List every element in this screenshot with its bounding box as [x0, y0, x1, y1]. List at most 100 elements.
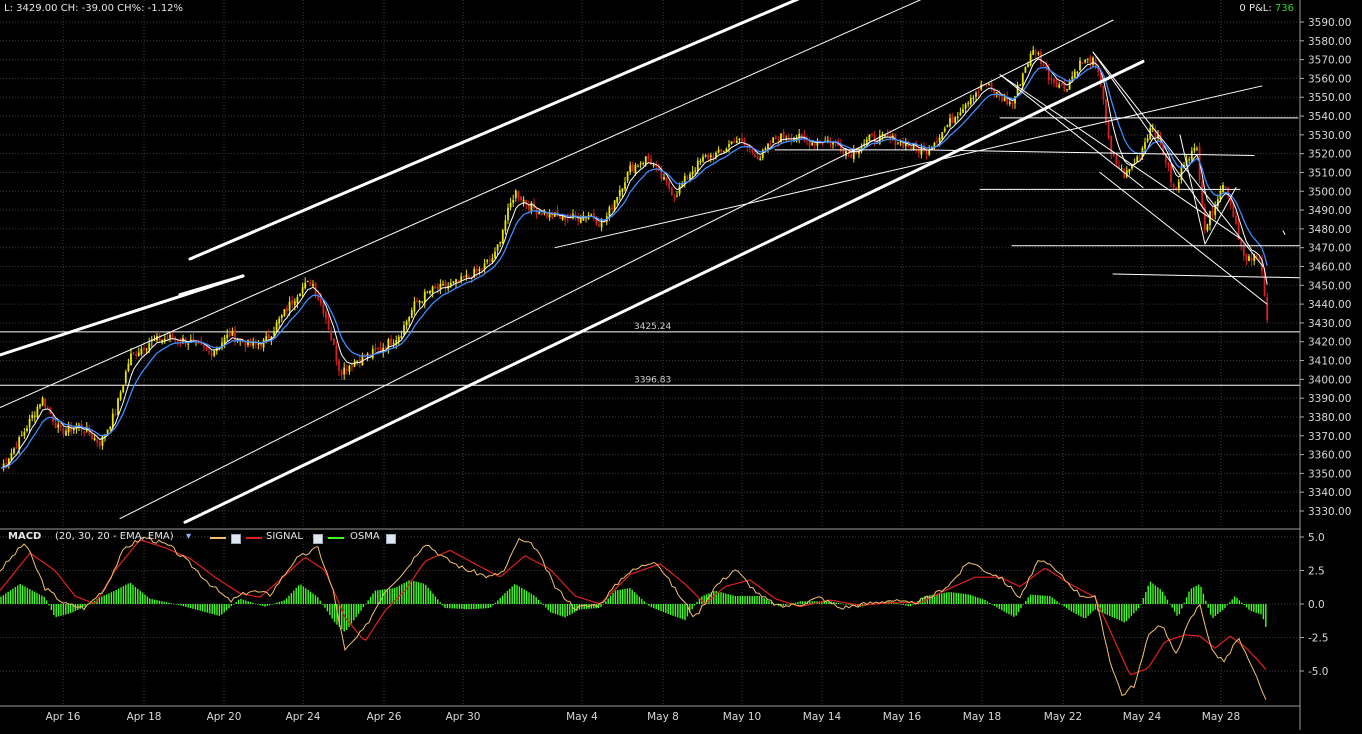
- price-level-label: 3396.83: [634, 375, 671, 385]
- chart-canvas[interactable]: 3425.24 3396.83 3330.00 3340.00 3350.00 3360…: [0, 0, 1362, 730]
- osma-bar: [660, 604, 662, 612]
- candle-body: [1071, 76, 1074, 80]
- osma-bar: [1065, 604, 1068, 609]
- osma-bar: [437, 599, 439, 604]
- candle-body: [247, 339, 249, 346]
- candle-body: [611, 207, 613, 210]
- candle-body: [210, 352, 213, 356]
- macd-y-tick-label: 2.5: [1308, 566, 1325, 578]
- candle-body: [738, 138, 741, 141]
- osma-bar: [367, 600, 369, 604]
- candle-body: [132, 352, 135, 354]
- osma-bar: [905, 604, 907, 606]
- candle-body: [897, 143, 899, 145]
- candle-body: [1053, 79, 1055, 83]
- osma-bar: [564, 604, 566, 618]
- osma-bar: [948, 592, 950, 604]
- osma-bar: [1013, 604, 1015, 617]
- settings-icon[interactable]: ▾: [186, 531, 191, 542]
- candle-body: [356, 360, 359, 362]
- osma-bar: [1243, 604, 1245, 606]
- candle-body: [691, 171, 694, 175]
- candle-body: [514, 190, 517, 199]
- osma-bar: [105, 594, 108, 604]
- y-tick-label: 3390.00: [1308, 393, 1351, 405]
- osma-bar: [53, 604, 55, 615]
- candle-body: [374, 347, 377, 350]
- osma-bar: [453, 604, 456, 609]
- osma-bar: [259, 604, 261, 606]
- osma-bar: [974, 596, 977, 604]
- candle-body: [1001, 97, 1003, 101]
- osma-bar: [557, 604, 559, 615]
- y-tick-label: 3550.00: [1308, 92, 1351, 104]
- osma-bar: [621, 589, 624, 604]
- osma-bar: [309, 591, 312, 604]
- candle-body: [481, 268, 483, 270]
- osma-bar: [14, 586, 17, 604]
- osma-bar: [302, 586, 305, 604]
- candle-body: [135, 354, 138, 356]
- x-tick-label: May 16: [883, 711, 922, 723]
- macd-visible-checkbox[interactable]: [231, 534, 241, 544]
- osma-bar: [247, 601, 249, 604]
- candle-body: [1211, 211, 1214, 214]
- osma-bar: [1265, 604, 1267, 627]
- osma-bar: [19, 584, 21, 604]
- candle-body: [642, 162, 645, 164]
- candle-body: [842, 150, 845, 155]
- candle-body: [990, 82, 993, 89]
- candle-body: [884, 135, 886, 137]
- signal-visible-checkbox[interactable]: [313, 534, 323, 544]
- candle-body: [540, 213, 543, 216]
- osma-bar: [475, 604, 477, 609]
- x-tick-label: May 22: [1044, 711, 1082, 723]
- osma-bar: [456, 604, 458, 609]
- osma-bar: [684, 604, 686, 621]
- osma-bar: [650, 604, 653, 608]
- osma-bar: [552, 604, 554, 614]
- osma-bar: [0, 596, 2, 604]
- osma-bar: [1147, 585, 1149, 604]
- candle-body: [1084, 59, 1087, 63]
- osma-bar: [1123, 604, 1125, 623]
- osma-bar: [619, 589, 621, 604]
- candle-body: [1177, 181, 1180, 189]
- candle-body: [1058, 84, 1061, 88]
- candle-body: [10, 453, 13, 460]
- osma-bar: [504, 593, 506, 604]
- osma-bar: [21, 585, 24, 604]
- candle-body: [413, 301, 416, 312]
- candle-body: [800, 134, 803, 137]
- osma-bar: [561, 604, 564, 617]
- osma-bar: [103, 595, 105, 604]
- osma-bar: [753, 595, 756, 604]
- osma-bar: [1257, 604, 1260, 614]
- osma-bar: [357, 604, 360, 614]
- candle-body: [720, 149, 723, 152]
- osma-bar: [297, 585, 300, 604]
- osma-color-swatch: [328, 537, 344, 539]
- candle-body: [72, 428, 75, 431]
- candle-body: [306, 280, 309, 282]
- osma-bar: [175, 604, 177, 605]
- candle-body: [1196, 148, 1198, 150]
- candle-body: [1055, 81, 1058, 88]
- candle-body: [629, 165, 632, 173]
- osma-bar: [254, 603, 257, 605]
- candle-body: [707, 153, 710, 159]
- osma-bar: [665, 604, 667, 614]
- candle-body: [962, 109, 964, 113]
- candle-body: [13, 448, 15, 454]
- osma-bar: [377, 590, 379, 604]
- candle-body: [59, 424, 62, 428]
- osma-bar: [110, 592, 113, 604]
- candle-body: [335, 346, 338, 362]
- osma-visible-checkbox[interactable]: [386, 534, 396, 544]
- osma-bar: [518, 586, 521, 604]
- candle-body: [972, 97, 975, 99]
- candle-body: [975, 92, 977, 97]
- osma-bar: [1135, 604, 1137, 611]
- candle-body: [1102, 85, 1105, 100]
- candle-body: [1019, 84, 1022, 86]
